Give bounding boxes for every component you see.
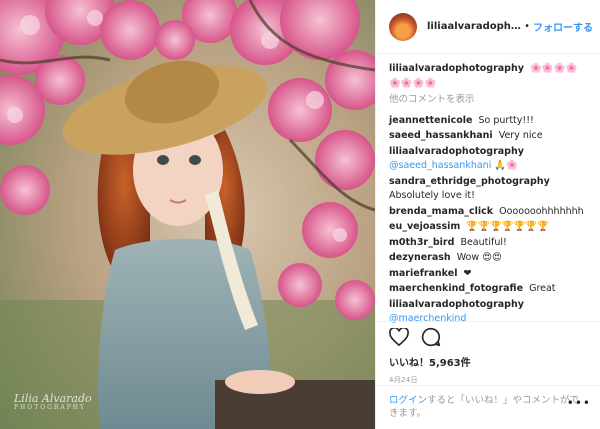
post-date: 4月24日 (389, 376, 418, 384)
comment-item: brenda_mama_click Ooooooohhhhhhh (389, 205, 588, 220)
post-image (0, 0, 375, 429)
comment-username[interactable]: maerchenkind_fotografie (389, 283, 523, 294)
photo-watermark: Lilia Alvarado PHOTOGRAPHY (14, 392, 92, 411)
comment-username[interactable]: saeed_hassankhani (389, 130, 493, 141)
login-link[interactable]: ログイン (389, 395, 427, 406)
login-prompt: ログインすると「いいね！」やコメントができます。 ••• (376, 385, 600, 428)
load-more-comments[interactable]: 他のコメントを表示 (389, 93, 588, 108)
more-options-icon[interactable]: ••• (567, 397, 591, 410)
comment-text: Great (529, 283, 556, 294)
comment-text: Beautiful! (460, 236, 507, 248)
like-count[interactable]: いいね！5,963件 (389, 354, 588, 369)
post-header: liliaalvaradophotog... • フォローする (376, 0, 600, 54)
comments-list: liliaalvaradophotography 🌸🌸🌸🌸🌸🌸🌸🌸 他のコメント… (376, 54, 600, 327)
caption-username[interactable]: liliaalvaradophotography (389, 63, 524, 74)
post-actions: いいね！5,963件 4月24日 (376, 321, 600, 385)
post-photo[interactable]: Lilia Alvarado PHOTOGRAPHY (0, 0, 375, 429)
comment-username[interactable]: mariefrankel (389, 268, 457, 279)
comment-username[interactable]: jeannettenicole (389, 115, 472, 126)
comment-username[interactable]: liliaalvaradophotography (389, 146, 524, 157)
comment-text: 🏆🏆🏆🏆🏆🏆🏆 (466, 221, 550, 232)
comment-item: eu_vejoassim 🏆🏆🏆🏆🏆🏆🏆 (389, 220, 588, 235)
comment-text: Ooooooohhhhhhh (499, 205, 584, 217)
comment-item: maerchenkind_fotografie Great (389, 282, 588, 297)
header-username[interactable]: liliaalvaradophotog... (427, 21, 521, 32)
comment-username[interactable]: liliaalvaradophotography (389, 299, 524, 310)
comment-text: Absolutely love it! (389, 190, 475, 201)
follow-button[interactable]: フォローする (533, 19, 593, 34)
action-icons (389, 326, 588, 351)
comment-item: sandra_ethridge_photography Absolutely l… (389, 175, 588, 204)
comment-text: ❤ (463, 267, 472, 279)
post-side-panel: liliaalvaradophotog... • フォローする liliaalv… (375, 0, 600, 429)
comment-username[interactable]: eu_vejoassim (389, 221, 460, 232)
comment-username[interactable]: m0th3r_bird (389, 237, 454, 248)
comment-mention[interactable]: @saeed_hassankhani (389, 160, 491, 171)
comment-icon[interactable] (421, 327, 441, 351)
avatar[interactable] (389, 12, 417, 41)
comment-text: Wow 😍😍 (456, 252, 502, 263)
comment-username[interactable]: sandra_ethridge_photography (389, 176, 550, 187)
comment-item: jeannettenicole So purtty!!! (389, 114, 588, 129)
comment-item: dezynerash Wow 😍😍 (389, 251, 588, 266)
separator-dot: • (524, 21, 530, 32)
comment-item: liliaalvaradophotography @saeed_hassankh… (389, 145, 588, 174)
comment-item: saeed_hassankhani Very nice (389, 129, 588, 144)
comment-text: 🙏🌸 (494, 160, 519, 171)
heart-icon[interactable] (389, 326, 409, 350)
comment-item: m0th3r_bird Beautiful! (389, 236, 588, 251)
comment-username[interactable]: brenda_mama_click (389, 206, 493, 217)
caption: liliaalvaradophotography 🌸🌸🌸🌸🌸🌸🌸🌸 (389, 62, 588, 91)
comment-item: mariefrankel ❤ (389, 267, 588, 282)
watermark-sub: PHOTOGRAPHY (14, 404, 86, 411)
comment-username[interactable]: dezynerash (389, 252, 451, 263)
comment-text: So purtty!!! (478, 114, 534, 126)
comment-text: Very nice (498, 130, 543, 141)
